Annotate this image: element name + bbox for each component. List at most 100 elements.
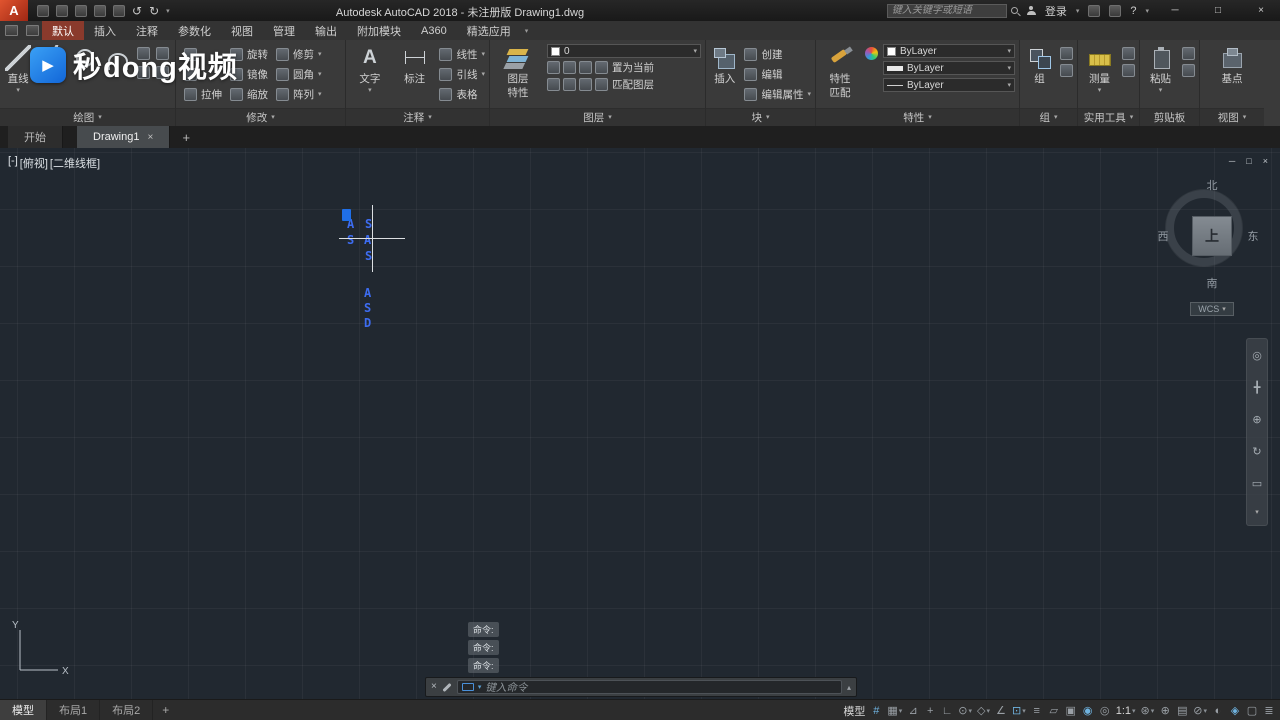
ribbon-tab-视图[interactable]: 视图	[221, 21, 263, 40]
layer-unisolate-icon[interactable]	[563, 78, 576, 91]
view-controls-button[interactable]: [俯视]	[20, 155, 48, 171]
qat-caret-icon[interactable]: ▾	[166, 7, 170, 15]
group-button[interactable]: 组	[1024, 43, 1055, 106]
new-drawing-tab-button[interactable]: +	[176, 126, 196, 148]
ribbon-options-icon[interactable]	[26, 25, 39, 36]
ribbon-tab-输出[interactable]: 输出	[305, 21, 347, 40]
viewcube-north-label[interactable]: 北	[1207, 177, 1218, 193]
visual-style-button[interactable]: [二维线框]	[50, 155, 100, 171]
array-button[interactable]: 阵列 ▾	[276, 85, 322, 104]
command-caret-icon[interactable]: ▾	[478, 683, 482, 691]
layer-on-icon[interactable]	[547, 78, 560, 91]
help-search-input[interactable]	[886, 3, 1007, 18]
copy-clip-icon[interactable]	[1182, 47, 1195, 60]
ribbon-tab-参数化[interactable]: 参数化	[168, 21, 221, 40]
set-current-layer-button[interactable]: 置为当前	[595, 60, 654, 75]
app-store-icon[interactable]	[1088, 4, 1101, 17]
ribbon-tab-默认[interactable]: 默认	[42, 21, 84, 40]
insert-block-button[interactable]: 插入	[710, 43, 739, 106]
wcs-selector[interactable]: WCS ▾	[1190, 302, 1234, 316]
lock-ui-toggle[interactable]: ⊘ ▾	[1191, 702, 1209, 719]
cut-icon[interactable]	[1182, 64, 1195, 77]
minimize-button[interactable]: ─	[1158, 0, 1192, 21]
autoscale-toggle[interactable]: ◎	[1097, 702, 1113, 719]
viewcube-south-label[interactable]: 南	[1207, 275, 1218, 291]
pan-icon[interactable]: ╋	[1254, 381, 1261, 394]
edit-block-button[interactable]: 编辑	[744, 65, 811, 84]
viewcube[interactable]: 上 北 西 东 南	[1150, 178, 1266, 290]
command-customize-icon[interactable]	[442, 682, 452, 692]
panel-groups-footer[interactable]: 组 ▾	[1020, 108, 1077, 126]
lineweight-toggle[interactable]: ≡	[1029, 702, 1045, 719]
viewcube-top-face[interactable]: 上	[1192, 216, 1232, 256]
annotation-scale-button[interactable]: 1:1 ▾	[1114, 702, 1138, 719]
search-icon[interactable]	[1010, 7, 1018, 14]
command-close-icon[interactable]: ×	[431, 682, 437, 692]
match-properties-button[interactable]: 特性 匹配	[820, 43, 860, 106]
leader-button[interactable]: 引线 ▾	[439, 65, 485, 84]
ortho-mode-toggle[interactable]: ∟	[939, 702, 955, 719]
close-button[interactable]: ×	[1244, 0, 1278, 21]
drawing-canvas[interactable]: [-] [俯视] [二维线框] ─ □ × 上 北 西 东 南 WCS ▾ ◎ …	[0, 148, 1280, 699]
recent-commands-icon[interactable]: ▴	[847, 683, 851, 692]
layer-freeze-icon[interactable]	[579, 61, 592, 74]
command-input[interactable]: ▾ 键入命令	[456, 680, 842, 694]
drawing-minimize-icon[interactable]: ─	[1229, 156, 1235, 166]
plot-icon[interactable]	[113, 4, 125, 17]
layer-thaw-icon[interactable]	[579, 78, 592, 91]
stay-connected-icon[interactable]	[1109, 4, 1122, 17]
panel-draw-footer[interactable]: 绘图 ▾	[0, 108, 175, 126]
help-icon[interactable]: ?	[1130, 5, 1136, 17]
layer-select[interactable]: 0 ▾	[547, 44, 701, 58]
layout2-tab[interactable]: 布局2	[100, 700, 154, 720]
workspace-switching-toggle[interactable]: ⊛ ▾	[1139, 702, 1157, 719]
file-tab-drawing1[interactable]: Drawing1 ×	[77, 126, 171, 148]
model-space-button[interactable]: 模型	[841, 702, 867, 719]
viewport-menu-button[interactable]: [-]	[8, 155, 18, 171]
new-file-icon[interactable]	[37, 4, 49, 17]
drawing-close-icon[interactable]: ×	[1263, 156, 1268, 166]
model-tab[interactable]: 模型	[0, 700, 47, 720]
group-edit-icon[interactable]	[1060, 64, 1073, 77]
create-block-button[interactable]: 创建	[744, 45, 811, 64]
help-caret-icon[interactable]: ▾	[1145, 7, 1149, 15]
sign-in-caret-icon[interactable]: ▾	[1076, 7, 1080, 15]
undo-icon[interactable]: ↺	[132, 5, 142, 17]
open-file-icon[interactable]	[56, 4, 68, 17]
showmotion-icon[interactable]: ▭	[1252, 477, 1262, 490]
redo-icon[interactable]: ↻	[149, 5, 159, 17]
quick-select-icon[interactable]	[1122, 47, 1135, 60]
graphics-performance-toggle[interactable]: ◈	[1227, 702, 1243, 719]
ribbon-tab-注释[interactable]: 注释	[126, 21, 168, 40]
application-menu-button[interactable]: A	[0, 0, 28, 21]
ribbon-tab-插入[interactable]: 插入	[84, 21, 126, 40]
match-layer-button[interactable]: 匹配图层	[595, 77, 654, 92]
ribbon-tab-精选应用[interactable]: 精选应用	[457, 21, 521, 40]
polar-tracking-toggle[interactable]: ⊙ ▾	[956, 702, 974, 719]
grid-display-toggle[interactable]: #	[868, 702, 884, 719]
clean-screen-toggle[interactable]: ▢	[1244, 702, 1260, 719]
ungroup-icon[interactable]	[1060, 47, 1073, 60]
ribbon-tab-附加模块[interactable]: 附加模块	[347, 21, 411, 40]
layer-properties-button[interactable]: 图层 特性	[494, 43, 542, 106]
linetype-select[interactable]: ByLayer ▾	[883, 78, 1015, 92]
ribbon-tabs-caret-icon[interactable]: ▾	[525, 27, 529, 35]
line-button[interactable]: 直线 ▾	[4, 43, 32, 106]
save-icon[interactable]	[75, 4, 87, 17]
panel-layers-footer[interactable]: 图层 ▾	[490, 108, 705, 126]
transparency-toggle[interactable]: ▱	[1046, 702, 1062, 719]
table-button[interactable]: 表格	[439, 85, 485, 104]
quick-properties-toggle[interactable]: ▤	[1174, 702, 1190, 719]
object-snap-toggle[interactable]: ⊡ ▾	[1010, 702, 1028, 719]
color-wheel-icon[interactable]	[865, 47, 878, 60]
file-tab-close-icon[interactable]: ×	[147, 132, 153, 143]
command-line[interactable]: × ▾ 键入命令 ▴	[425, 677, 857, 697]
viewcube-east-label[interactable]: 东	[1248, 228, 1259, 244]
linear-dimension-button[interactable]: 线性 ▾	[439, 45, 485, 64]
new-layout-button[interactable]: +	[153, 700, 178, 720]
lineweight-select[interactable]: ByLayer ▾	[883, 61, 1015, 75]
panel-utilities-footer[interactable]: 实用工具 ▾	[1078, 108, 1139, 126]
ribbon-tab-管理[interactable]: 管理	[263, 21, 305, 40]
dynamic-input-toggle[interactable]: +	[922, 702, 938, 719]
measure-button[interactable]: 测量 ▾	[1082, 43, 1117, 106]
